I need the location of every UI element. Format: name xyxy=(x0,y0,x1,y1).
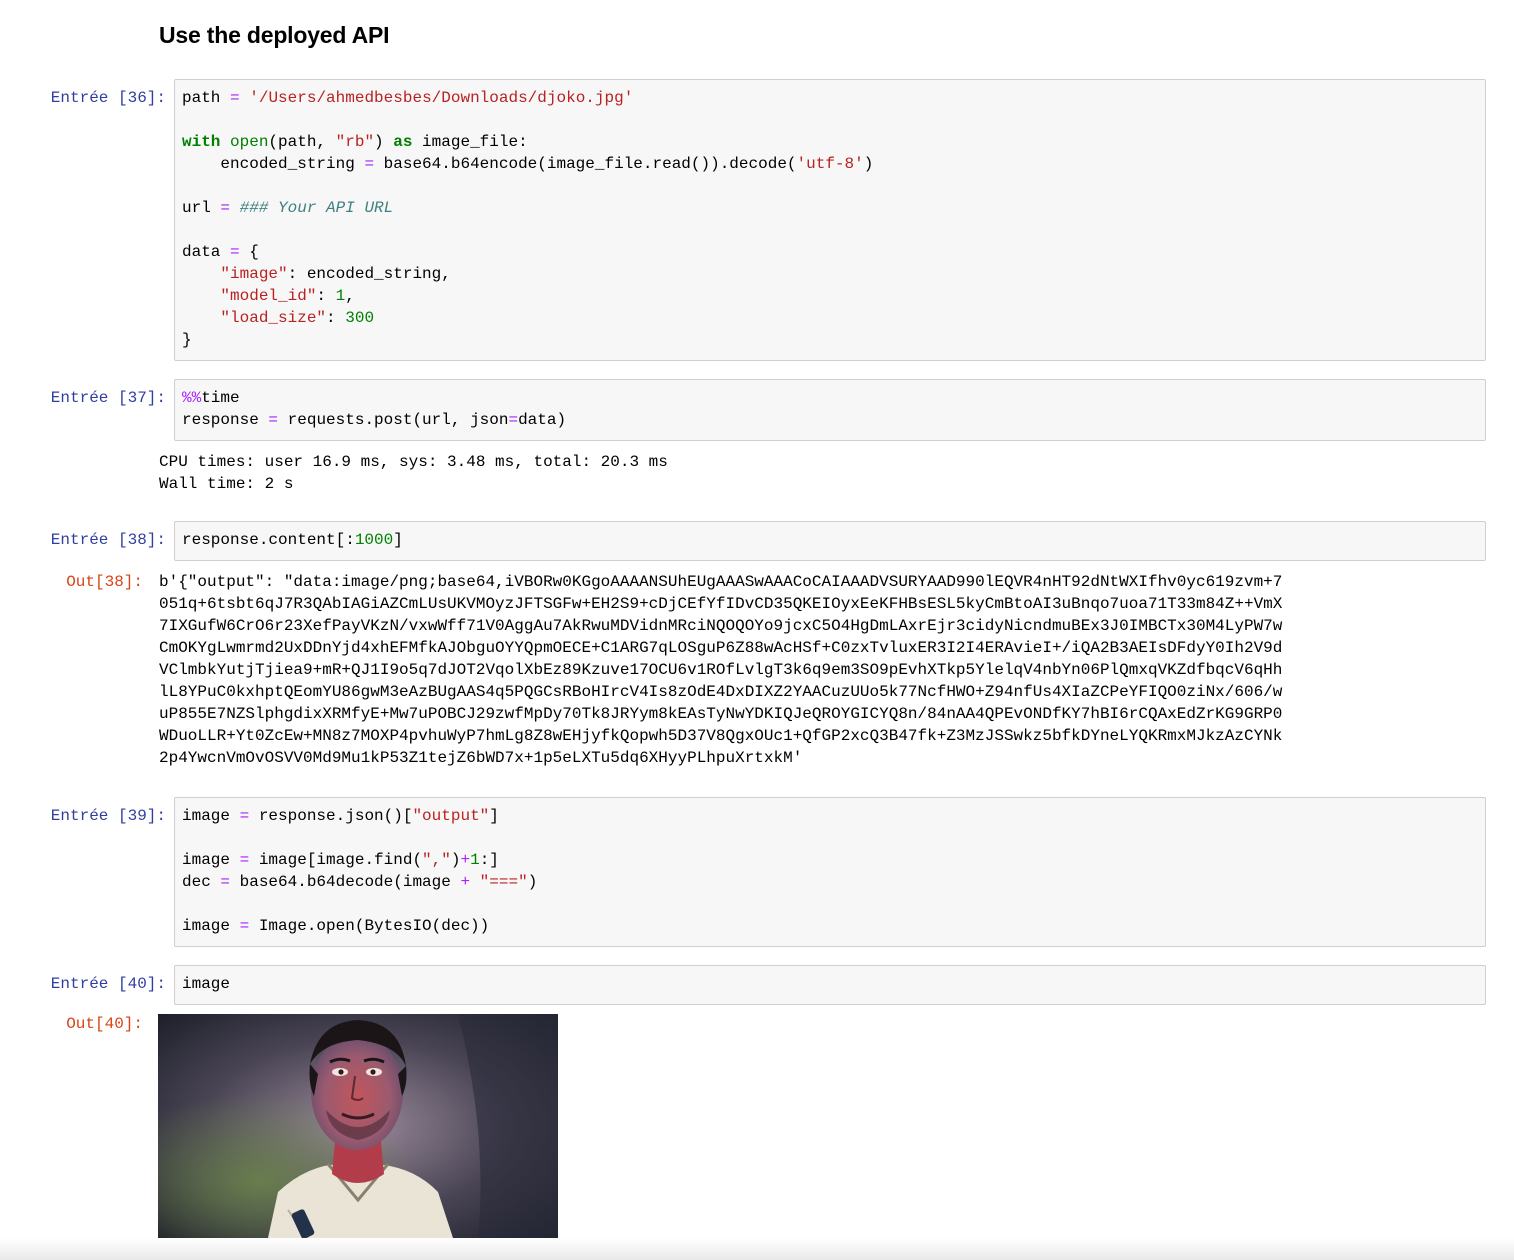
code-token: + xyxy=(460,851,471,869)
code-token: image xyxy=(182,807,240,825)
code-token: image_file: xyxy=(412,133,528,151)
code-token: ] xyxy=(393,531,403,549)
code-cell[interactable]: image = response.json()["output"] image … xyxy=(174,797,1486,947)
code-token: as xyxy=(393,133,413,151)
code-token: ) xyxy=(374,133,394,151)
code-token: response xyxy=(182,411,269,429)
code-token: "," xyxy=(422,851,451,869)
code-token: dec xyxy=(182,873,221,891)
code-token: "rb" xyxy=(335,133,375,151)
code-token: time xyxy=(201,389,240,407)
code-token: data) xyxy=(518,411,567,429)
code-cell[interactable]: image xyxy=(174,965,1486,1005)
code-token: image[image.find( xyxy=(249,851,423,869)
code-token: data xyxy=(182,243,231,261)
code-editor[interactable]: path = '/Users/ahmedbesbes/Downloads/djo… xyxy=(175,80,1485,358)
code-token: + xyxy=(460,873,471,891)
code-token: = xyxy=(220,873,231,891)
code-token: ### Your API URL xyxy=(239,199,394,217)
code-token: ) xyxy=(863,155,874,173)
code-token: , xyxy=(345,287,355,305)
input-prompt: Entrée [39]: xyxy=(50,807,166,825)
code-token: Image.open(BytesIO(dec)) xyxy=(249,917,490,935)
code-token: = xyxy=(239,851,250,869)
code-token: encoded_string xyxy=(182,155,365,173)
code-token: "===" xyxy=(479,873,528,891)
code-cell[interactable]: %%time response = requests.post(url, jso… xyxy=(174,379,1486,441)
code-token: response.json()[ xyxy=(249,807,413,825)
code-token: :] xyxy=(479,851,499,869)
code-token: path xyxy=(182,89,231,107)
code-editor[interactable]: image xyxy=(175,966,1485,1002)
input-prompt: Entrée [38]: xyxy=(50,531,166,549)
code-token: = xyxy=(239,917,250,935)
code-token: : xyxy=(316,287,336,305)
code-token: = xyxy=(268,411,279,429)
code-editor[interactable]: response.content[:1000] xyxy=(175,522,1485,558)
output-prompt: Out[40]: xyxy=(66,1015,143,1033)
code-token: ) xyxy=(527,873,538,891)
code-token: 'utf-8' xyxy=(796,155,864,173)
code-token: = xyxy=(239,807,250,825)
code-cell[interactable]: response.content[:1000] xyxy=(174,521,1486,561)
code-token: base64.b64decode(image xyxy=(230,873,461,891)
code-token: url xyxy=(182,199,221,217)
code-token: 1000 xyxy=(354,531,394,549)
input-prompt: Entrée [37]: xyxy=(50,389,166,407)
code-token: { xyxy=(239,243,259,261)
code-token: "image" xyxy=(220,265,288,283)
code-token: (path, xyxy=(268,133,336,151)
code-token: = xyxy=(364,155,375,173)
cartoonized-portrait-image xyxy=(158,1014,558,1238)
section-heading: Use the deployed API xyxy=(159,22,390,48)
code-token: = xyxy=(508,411,519,429)
input-prompt: Entrée [36]: xyxy=(50,89,166,107)
code-token: "load_size" xyxy=(220,309,327,327)
code-token: base64.b64encode(image_file.read()).deco… xyxy=(374,155,797,173)
bytes-output: b'{"output": "data:image/png;base64,iVBO… xyxy=(159,573,1283,767)
code-token: = xyxy=(220,199,231,217)
code-token: } xyxy=(182,331,192,349)
code-token: open xyxy=(230,133,269,151)
code-token: image xyxy=(182,917,240,935)
code-token: ] xyxy=(489,807,499,825)
output-prompt: Out[38]: xyxy=(66,573,143,591)
code-token: 1 xyxy=(470,851,480,869)
code-token: "output" xyxy=(412,807,490,825)
code-token: image xyxy=(182,851,240,869)
code-cell[interactable]: path = '/Users/ahmedbesbes/Downloads/djo… xyxy=(174,79,1486,361)
code-token: image xyxy=(182,975,231,993)
code-token: 300 xyxy=(345,309,375,327)
code-token: requests.post(url, json xyxy=(278,411,509,429)
code-editor[interactable]: image = response.json()["output"] image … xyxy=(175,798,1485,944)
code-editor[interactable]: %%time response = requests.post(url, jso… xyxy=(175,380,1485,438)
code-token: 1 xyxy=(335,287,346,305)
bottom-scroll-shadow xyxy=(0,1238,1514,1260)
stdout-output: CPU times: user 16.9 ms, sys: 3.48 ms, t… xyxy=(159,453,668,493)
input-prompt: Entrée [40]: xyxy=(50,975,166,993)
code-token: : xyxy=(326,309,346,327)
code-token: = xyxy=(230,89,240,107)
code-token: '/Users/ahmedbesbes/Downloads/djoko.jpg' xyxy=(249,89,634,107)
code-token: "model_id" xyxy=(220,287,317,305)
code-token: = xyxy=(230,243,240,261)
code-token: : encoded_string, xyxy=(287,265,451,283)
code-token: response.content[: xyxy=(182,531,355,549)
code-token: with xyxy=(182,133,221,151)
code-token: %% xyxy=(182,389,202,407)
